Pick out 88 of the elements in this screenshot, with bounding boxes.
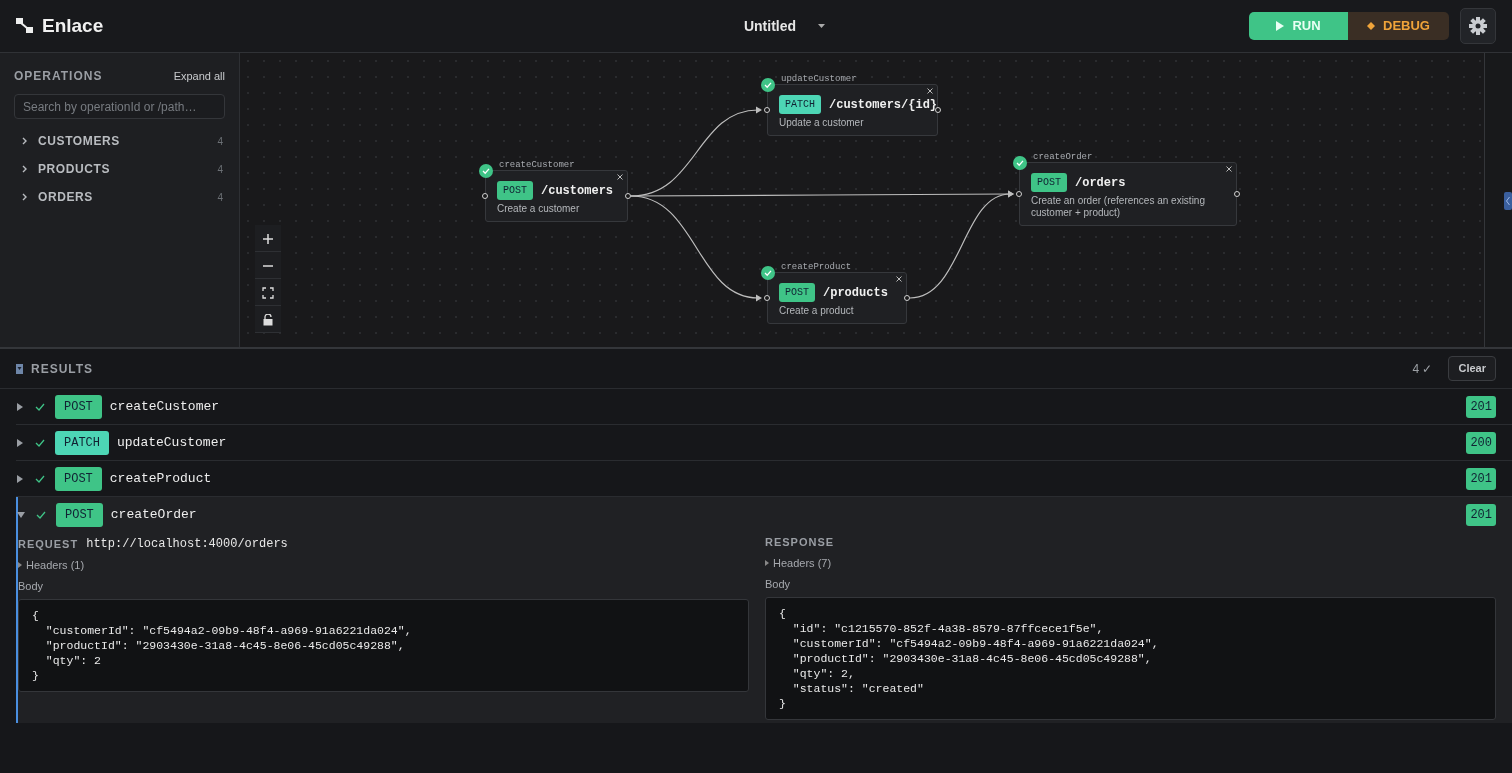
headers-toggle[interactable]: Headers (1) <box>18 557 85 574</box>
operation-name: createOrder <box>110 506 197 525</box>
diamond-icon <box>1367 22 1375 30</box>
input-port[interactable] <box>482 193 488 199</box>
operation-group[interactable]: ORDERS 4 <box>14 183 225 211</box>
close-icon[interactable] <box>617 174 623 180</box>
status-code: 200 <box>1466 431 1496 454</box>
body-label: Body <box>765 576 792 592</box>
operation-node[interactable]: POST /orders Create an order (references an existing customer + product) <box>1019 162 1237 226</box>
method-tag: POST <box>55 394 102 419</box>
operation-name: updateCustomer <box>117 433 227 452</box>
node-description: Create a customer <box>497 203 581 215</box>
expand-all-button[interactable]: Expand all <box>173 67 225 85</box>
logo-icon <box>16 18 34 34</box>
expand-toggle-icon[interactable] <box>16 438 24 447</box>
status-code: 201 <box>1466 467 1496 490</box>
method-tag: PATCH <box>779 95 821 114</box>
output-port[interactable] <box>625 193 631 199</box>
result-row[interactable]: POST createCustomer 201 <box>16 389 1512 425</box>
caret-icon <box>818 24 826 28</box>
section-label: REQUEST <box>18 536 79 552</box>
close-icon[interactable] <box>1226 166 1232 172</box>
close-icon[interactable] <box>927 88 933 94</box>
debug-button[interactable]: DEBUG <box>1348 12 1449 40</box>
operation-group[interactable]: CUSTOMERS 4 <box>14 127 225 155</box>
results-summary: 4 ✓ <box>1412 360 1433 378</box>
operation-node[interactable]: POST /customers Create a customer <box>485 170 628 222</box>
body-label: Body <box>18 578 45 594</box>
request-url: http://localhost:4000/orders <box>86 536 288 553</box>
code-block: { "customerId": "cf5494a2-09b9-48f4-a969-91a6221da024", "productId": "2903430e-31a8-4c45-8e06-45cd05c49288", "qty": 2 } <box>18 599 749 692</box>
expand-toggle-icon[interactable] <box>17 511 25 519</box>
output-port[interactable] <box>935 107 941 113</box>
endpoint-path: /orders <box>1075 174 1126 192</box>
operation-name: createCustomer <box>109 397 220 416</box>
clear-button[interactable]: Clear <box>1448 356 1496 381</box>
node-title: createProduct <box>781 261 852 274</box>
expand-toggle-icon[interactable] <box>16 402 24 411</box>
method-tag: PATCH <box>55 430 109 455</box>
section-label: RESPONSE <box>765 534 835 550</box>
result-row[interactable]: PATCH updateCustomer 200 <box>16 425 1512 461</box>
node-description: Create an order (references an existing customer + product) <box>1031 195 1206 219</box>
expand-toggle-icon[interactable] <box>16 474 24 483</box>
method-tag: POST <box>497 181 533 200</box>
code-block: { "id": "c1215570-852f-4a38-8579-87ffcece1f5e", "customerId": "cf5494a2-09b9-48f4-a969-91a6221da024", "productId": "2903430e-31a8-4c45-8e06-45cd05c49288", "qty": 2, "status": "created" } <box>765 597 1496 720</box>
status-code: 201 <box>1466 395 1496 418</box>
node-title: updateCustomer <box>781 73 857 86</box>
document-title-dropdown[interactable]: Untitled <box>743 15 826 37</box>
node-description: Create a product <box>779 305 855 317</box>
app-logo: Enlace <box>42 13 104 38</box>
method-tag: POST <box>1031 173 1067 192</box>
search-field[interactable]: Search by operationId or /path… <box>14 94 225 119</box>
sidebar-title: OPERATIONS <box>14 68 103 85</box>
results-title: RESULTS <box>31 360 94 378</box>
settings-button[interactable] <box>1460 8 1496 44</box>
endpoint-path: /customers <box>541 182 614 200</box>
input-port[interactable] <box>764 107 770 113</box>
input-port[interactable] <box>1016 191 1022 197</box>
endpoint-path: /customers/{id} <box>829 96 938 114</box>
play-icon <box>1276 21 1285 31</box>
method-tag: POST <box>55 466 102 491</box>
node-description: Update a customer <box>779 117 865 129</box>
endpoint-path: /products <box>823 284 888 302</box>
close-icon[interactable] <box>896 276 902 282</box>
operation-group[interactable]: PRODUCTS 4 <box>14 155 225 183</box>
zoom-in-icon <box>262 232 274 245</box>
node-title: createOrder <box>1033 151 1093 164</box>
input-port[interactable] <box>764 295 770 301</box>
caret-icon <box>18 562 22 569</box>
operation-node[interactable]: POST /products Create a product <box>767 272 907 324</box>
operation-node[interactable]: PATCH /customers/{id} Update a customer <box>767 84 938 136</box>
collapse-handle-icon[interactable] <box>1504 192 1512 210</box>
headers-toggle[interactable]: Headers (7) <box>765 555 832 572</box>
caret-icon <box>765 560 769 567</box>
output-port[interactable] <box>904 295 910 301</box>
method-tag: POST <box>779 283 815 302</box>
method-tag: POST <box>56 503 103 527</box>
node-title: createCustomer <box>499 159 575 172</box>
result-row[interactable]: POST createOrder 201 <box>16 497 1512 533</box>
collapse-icon[interactable] <box>16 363 23 374</box>
operation-name: createProduct <box>109 469 212 488</box>
output-port[interactable] <box>1234 191 1240 197</box>
settings-icon <box>1469 17 1487 35</box>
status-code: 201 <box>1466 504 1496 526</box>
operation-count: 4 <box>217 134 223 149</box>
operation-count: 4 <box>217 190 223 205</box>
lock-icon <box>262 313 274 326</box>
operation-count: 4 <box>217 162 223 177</box>
fullscreen-icon <box>262 286 274 299</box>
